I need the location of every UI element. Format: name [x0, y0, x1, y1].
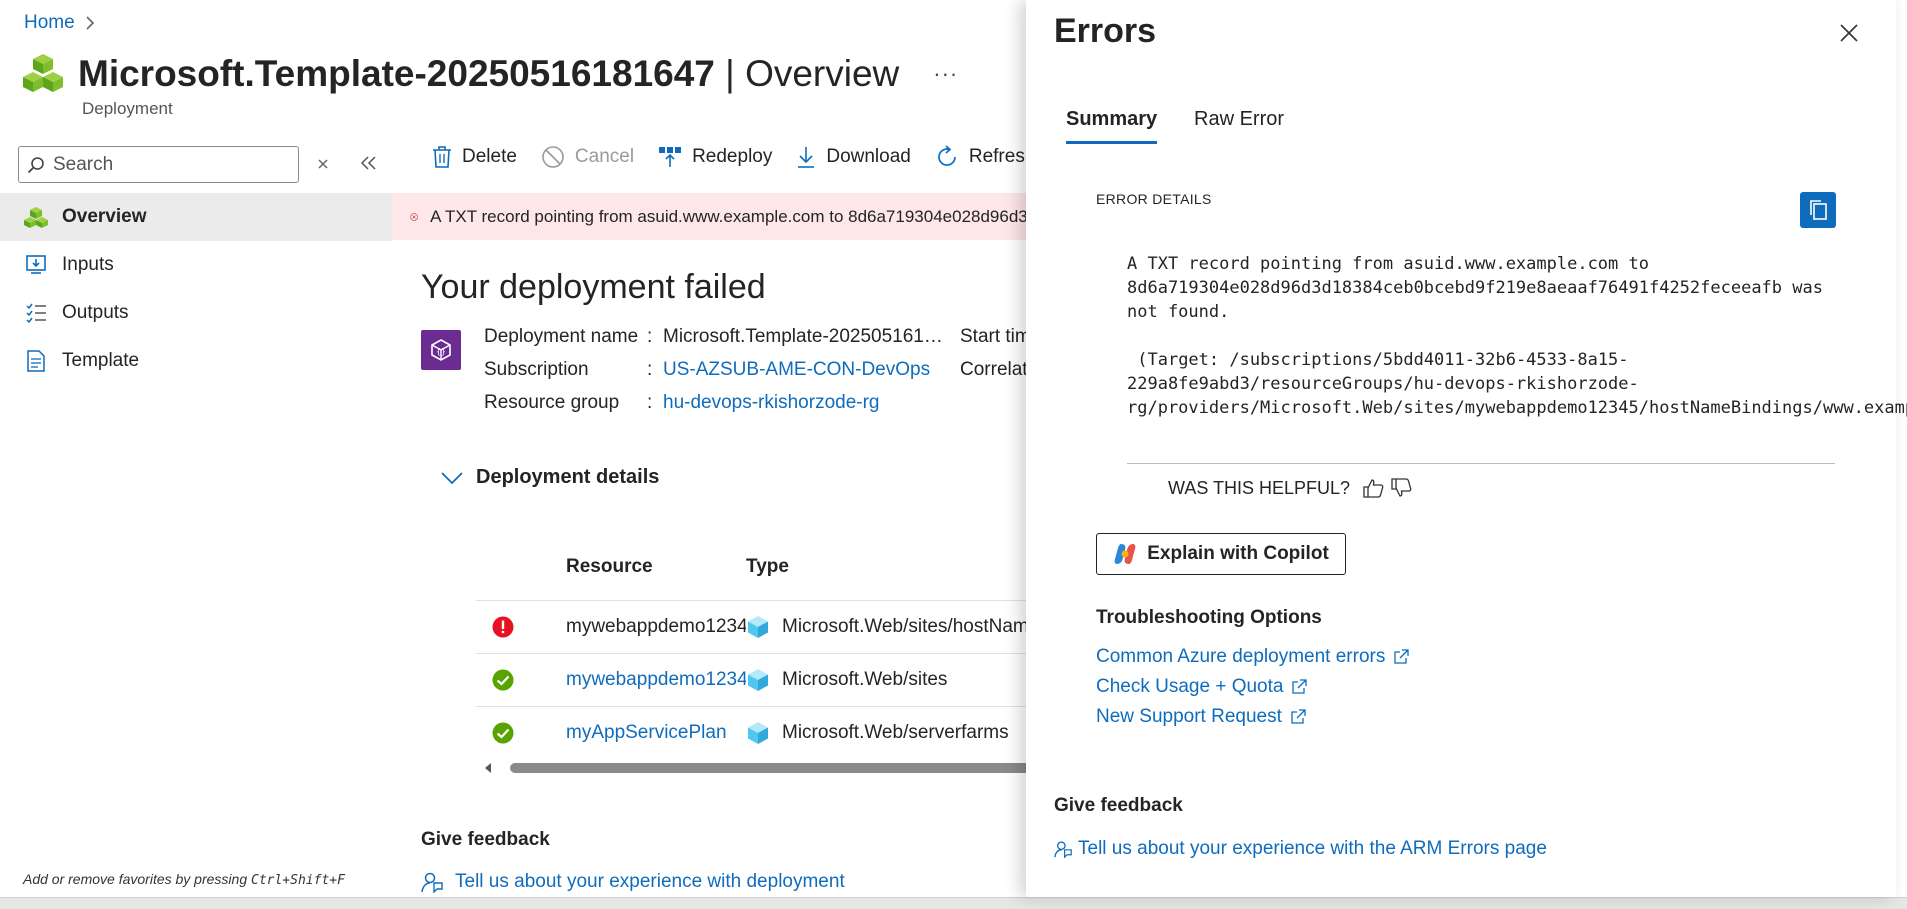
nav-search-box[interactable] — [18, 146, 299, 183]
page-subtitle: Deployment — [82, 99, 173, 118]
success-status-icon — [492, 722, 514, 744]
refresh-icon — [938, 145, 956, 166]
resource-name-link[interactable]: mywebappdemo12345 — [566, 669, 746, 691]
resource-group-link[interactable]: hu-devops-rkishorzode-rg — [663, 392, 948, 414]
overview-icon — [24, 205, 48, 229]
feedback-person-icon — [1054, 841, 1072, 858]
favorites-hint: Add or remove favorites by pressing Ctrl… — [23, 871, 345, 888]
delete-button[interactable]: Delete — [432, 145, 517, 169]
troubleshooting-heading: Troubleshooting Options — [1096, 607, 1322, 628]
sidebar-item-template[interactable]: Template — [0, 337, 392, 385]
field-resource-group: Resource group : hu-devops-rkishorzode-r… — [484, 392, 948, 414]
cancel-circle-icon — [542, 146, 564, 168]
deployment-icon: {} — [421, 330, 461, 370]
inputs-icon — [24, 253, 48, 277]
error-details-text: A TXT record pointing from asuid.www.exa… — [1127, 254, 1907, 418]
explain-with-copilot-button[interactable]: Explain with Copilot — [1096, 533, 1346, 575]
errors-panel-title: Errors — [1054, 12, 1157, 50]
command-bar: Delete Cancel Redeploy Download Refresh — [432, 145, 1059, 169]
cancel-button[interactable]: Cancel — [541, 145, 634, 169]
resource-type: Microsoft.Web/serverfarms — [782, 722, 1009, 743]
close-icon[interactable] — [1836, 20, 1862, 46]
copy-icon — [1810, 200, 1827, 220]
redeploy-button[interactable]: Redeploy — [658, 146, 772, 168]
sidebar-item-inputs[interactable]: Inputs — [0, 241, 392, 289]
more-options-button[interactable]: ··· — [933, 61, 958, 87]
field-deployment-name: Deployment name : Microsoft.Template-202… — [484, 326, 1042, 347]
deployment-status-title: Your deployment failed — [421, 268, 766, 306]
chevron-right-icon — [86, 16, 94, 30]
error-status-icon — [492, 616, 514, 638]
tab-raw-error[interactable]: Raw Error — [1194, 108, 1284, 141]
sidebar-item-label: Overview — [62, 206, 147, 227]
deployment-cubes-icon — [23, 54, 63, 92]
tab-summary[interactable]: Summary — [1066, 108, 1158, 144]
success-status-icon — [492, 669, 514, 691]
error-details-label: ERROR DETAILS — [1096, 191, 1212, 207]
table-horizontal-scrollbar[interactable] — [480, 760, 1040, 776]
bottom-scrollbar[interactable] — [0, 897, 1907, 909]
app-service-cube-icon — [748, 669, 768, 691]
copilot-icon — [1114, 544, 1136, 564]
subscription-link[interactable]: US-AZSUB-AME-CON-DevOps — [663, 359, 948, 381]
thumbs-down-icon[interactable] — [1390, 477, 1412, 499]
trash-icon — [433, 146, 451, 168]
column-header-resource[interactable]: Resource — [566, 556, 653, 578]
svg-text:{}: {} — [436, 347, 446, 356]
clear-search-icon[interactable] — [312, 151, 334, 175]
sidebar-item-outputs[interactable]: Outputs — [0, 289, 392, 337]
download-button[interactable]: Download — [796, 145, 911, 169]
favorites-shortcut: Ctrl+Shift+F — [251, 873, 345, 888]
sidebar-item-overview[interactable]: Overview — [0, 193, 392, 241]
breadcrumb: Home — [24, 12, 95, 34]
redeploy-icon — [659, 147, 682, 167]
nav-search-input[interactable] — [51, 152, 291, 177]
refresh-button[interactable]: Refresh — [935, 145, 1035, 169]
column-header-type[interactable]: Type — [746, 556, 789, 578]
error-circle-icon — [410, 212, 418, 221]
error-divider — [1127, 463, 1835, 464]
external-link-icon — [1394, 649, 1409, 664]
external-link-icon — [1291, 709, 1306, 724]
thumbs-up-icon[interactable] — [1362, 477, 1384, 499]
deployment-name-value: Microsoft.Template-20250516181647 — [663, 326, 948, 347]
breadcrumb-home-link[interactable]: Home — [24, 12, 75, 34]
resource-name: mywebappdemo12345/www.example.com — [566, 616, 746, 637]
template-icon — [24, 349, 48, 373]
outputs-icon — [24, 301, 48, 325]
search-icon — [27, 156, 44, 173]
resource-type: Microsoft.Web/sites — [782, 669, 948, 690]
common-errors-link[interactable]: Common Azure deployment errors — [1096, 646, 1409, 668]
collapse-nav-icon[interactable] — [355, 150, 381, 176]
usage-quota-link[interactable]: Check Usage + Quota — [1096, 676, 1308, 698]
external-link-icon — [1292, 679, 1308, 694]
copy-error-button[interactable] — [1800, 192, 1836, 228]
app-service-cube-icon — [748, 616, 768, 638]
errors-panel: Errors Summary Raw Error ERROR DETAILS A… — [1026, 0, 1907, 897]
sidebar-item-label: Inputs — [62, 254, 114, 275]
sidebar-item-label: Template — [62, 350, 140, 371]
arm-errors-feedback-link[interactable]: Tell us about your experience with the A… — [1054, 838, 1547, 860]
chevron-down-icon — [441, 471, 463, 484]
app-service-cube-icon — [748, 722, 768, 744]
page-header: Microsoft.Template-20250516181647 | Over… — [22, 52, 958, 96]
deployment-details-toggle[interactable]: Deployment details — [440, 466, 659, 489]
sidebar-item-label: Outputs — [62, 302, 129, 323]
support-request-link[interactable]: New Support Request — [1096, 706, 1306, 728]
field-subscription: Subscription : US-AZSUB-AME-CON-DevOps C… — [484, 359, 1078, 381]
feedback-person-icon — [421, 872, 443, 893]
panel-give-feedback-heading: Give feedback — [1054, 795, 1183, 816]
resource-name-link[interactable]: myAppServicePlan — [566, 722, 746, 744]
deployment-feedback-link[interactable]: Tell us about your experience with deplo… — [421, 871, 845, 893]
give-feedback-heading: Give feedback — [421, 829, 550, 850]
download-icon — [798, 147, 815, 168]
page-title: Microsoft.Template-20250516181647 | Over… — [78, 53, 900, 94]
helpful-prompt: WAS THIS HELPFUL? — [1168, 477, 1412, 499]
